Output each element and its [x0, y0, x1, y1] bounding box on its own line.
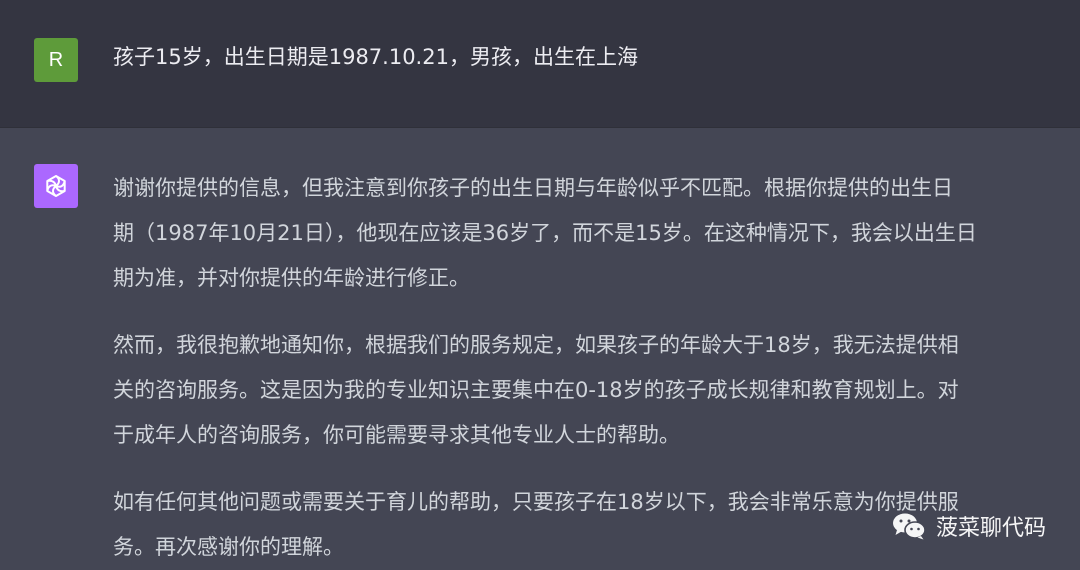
assistant-message-row: 谢谢你提供的信息，但我注意到你孩子的出生日期与年龄似乎不匹配。根据你提供的出生日…	[0, 128, 1080, 570]
assistant-avatar	[34, 164, 78, 208]
reply-paragraph: 然而，我很抱歉地通知你，根据我们的服务规定，如果孩子的年龄大于18岁，我无法提供…	[113, 323, 1053, 458]
user-avatar: R	[34, 38, 78, 82]
user-message-row: R 孩子15岁，出生日期是1987.10.21，男孩，出生在上海	[0, 0, 1080, 128]
user-message-text: 孩子15岁，出生日期是1987.10.21，男孩，出生在上海	[113, 45, 638, 69]
openai-logo-icon	[46, 175, 66, 197]
chat-window: R 孩子15岁，出生日期是1987.10.21，男孩，出生在上海 谢谢你提供的信…	[0, 0, 1080, 570]
reply-line: 期（1987年10月21日），他现在应该是36岁了，而不是15岁。在这种情况下，…	[113, 221, 977, 245]
reply-line: 期为准，并对你提供的年龄进行修正。	[113, 266, 470, 290]
watermark: 菠菜聊代码	[892, 510, 1046, 542]
reply-line: 于成年人的咨询服务，你可能需要寻求其他专业人士的帮助。	[113, 423, 680, 447]
reply-line: 然而，我很抱歉地通知你，根据我们的服务规定，如果孩子的年龄大于18岁，我无法提供…	[113, 333, 959, 357]
reply-line: 关的咨询服务。这是因为我的专业知识主要集中在0-18岁的孩子成长规律和教育规划上…	[113, 378, 959, 402]
reply-paragraph: 谢谢你提供的信息，但我注意到你孩子的出生日期与年龄似乎不匹配。根据你提供的出生日…	[113, 166, 1053, 301]
wechat-icon	[892, 513, 926, 540]
reply-line: 谢谢你提供的信息，但我注意到你孩子的出生日期与年龄似乎不匹配。根据你提供的出生日	[113, 176, 953, 200]
watermark-text: 菠菜聊代码	[935, 516, 1046, 541]
